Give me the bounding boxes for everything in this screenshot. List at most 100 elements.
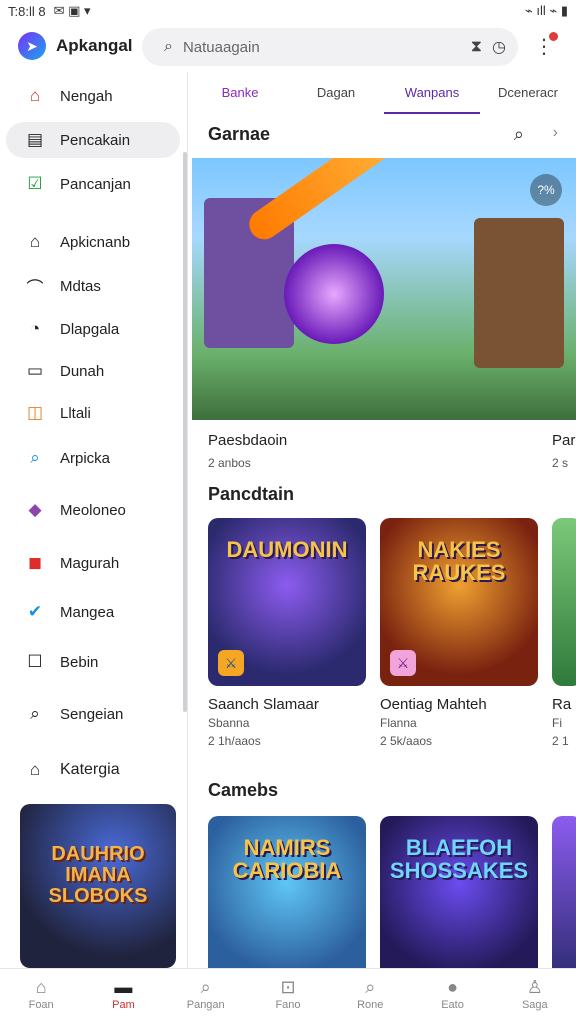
sidebar-item-mangea[interactable]: ✔ Mangea [6,594,180,630]
bubble-icon: ● [447,977,458,997]
sidebar-item-label: Apkicnanb [60,233,131,251]
sidebar-item-apkicnanb[interactable]: ⌂ Apkicnanb [6,224,180,260]
section-title-pancdtain: Pancdtain [208,484,295,504]
sidebar-item-pancanjan[interactable]: ☑ Pancanjan [6,166,180,202]
red-icon: ◼ [27,553,43,572]
search-icon: ⌕ [30,448,40,467]
sidebar-item-dlapgala[interactable]: ◔ Dlapgala [6,311,180,347]
main-content: Banke Dagan Wanpans Dceneracr Garnae ⌕ ›… [192,72,576,968]
house-icon: ⌂ [29,760,41,779]
sidebar-item-magurah[interactable]: ◼ Magurah [6,545,180,581]
game-card-art-title: NAKIES RAUKES [412,537,506,586]
hero-item-title[interactable]: Paesbdaoin [208,432,287,449]
search-icon[interactable]: ⌕ [514,124,524,145]
sidebar-item-mdtas[interactable]: ⌒ Mdtas [6,268,180,304]
game-card-art-title: NAMIRS CARIOBIA [232,835,342,884]
hero-item-sub: 2 anbos [208,456,251,470]
bottom-nav-label: Rone [357,999,384,1011]
game-card-art [552,518,576,686]
sidebar-item-pencakain[interactable]: ▤ Pencakain [6,122,180,158]
sidebar-promo-image[interactable]: DAUHRIO IMANA SLOBOKS [20,804,176,968]
search-icon: ⌕ [30,704,40,723]
search-icon: ⌕ [164,38,173,55]
bottom-nav-label: Pam [112,999,135,1011]
sidebar-item-sengeian[interactable]: ⌕ Sengeian [6,696,180,732]
check-icon: ☑ [27,174,43,193]
section-title-garnae: Garnae [208,124,271,144]
tab-banke[interactable]: Banke [192,72,288,114]
bottom-nav-pam[interactable]: ▬ Pam [82,969,164,1024]
status-bar: T:8:ll 8 ✉ ▣ ▾ ⌁ ıll ⌁ ▮ [0,0,576,22]
chevron-right-icon[interactable]: › [553,124,558,142]
tab-dagan[interactable]: Dagan [288,72,384,114]
game-card[interactable]: NAKIES RAUKES ⚔ [380,518,538,686]
hero-badge[interactable]: ?% [530,174,562,206]
sidebar-item-dunah[interactable]: ▭ Dunah [6,353,180,389]
bottom-nav-label: Saga [521,999,548,1011]
sidebar-item-label: Meoloneo [60,501,126,519]
sidebar-item-label: Lltali [60,404,91,422]
home-icon: ⌂ [29,86,41,105]
sidebar-item-label: Mdtas [60,277,101,295]
hero-item-title[interactable]: Par [552,432,575,449]
sword-icon: ⚔ [218,650,244,676]
bottom-nav-foan[interactable]: ⌂ Foan [0,969,82,1024]
tab-wanpans[interactable]: Wanpans [384,72,480,114]
clock-icon[interactable]: ◷ [492,37,506,57]
sidebar-item-lltali[interactable]: ◫ Lltali [6,395,180,431]
bottom-nav-label: Eato [441,999,464,1011]
search-input[interactable]: Natuaagain [183,39,461,56]
status-icons-right: ⌁ ıll ⌁ ▮ [524,3,568,18]
sidebar-item-label: Arpicka [60,449,111,467]
bottom-nav-saga[interactable]: ♙ Saga [494,969,576,1024]
grid-icon: ▬ [114,977,133,997]
sidebar-item-meoloneo[interactable]: ◆ Meoloneo [6,492,180,528]
sidebar-scrollbar[interactable] [183,152,187,712]
game-card[interactable] [552,518,576,686]
search-bar[interactable]: ⌕ Natuaagain ⧗ ◷ [142,28,518,66]
bottom-nav-eato[interactable]: ● Eato [411,969,493,1024]
bottom-nav-rone[interactable]: ⌕ Rone [329,969,411,1024]
sidebar: ⌂ Nengah ▤ Pencakain ☑ Pancanjan ⌂ Apkic… [0,72,188,968]
game-card[interactable] [552,816,576,968]
game-card[interactable]: BLAEFOH SHOSSAKES [380,816,538,968]
sidebar-item-label: Magurah [60,554,120,572]
hero-item-sub: 2 s [552,456,569,470]
game-card-sub: Flanna [380,716,417,730]
sidebar-item-bebin[interactable]: ☐ Bebin [6,644,180,680]
sidebar-item-label: Pancanjan [60,175,131,193]
game-card-sub: Sbanna [208,716,250,730]
hourglass-icon[interactable]: ⧗ [471,38,482,56]
bottom-nav: ⌂ Foan ▬ Pam ⌕ Pangan ⊡ Fano ⌕ Rone ● Ea… [0,968,576,1024]
purple-icon: ◆ [28,500,42,519]
app-logo-icon[interactable]: ➤ [18,32,46,60]
sidebar-item-arpicka[interactable]: ⌕ Arpicka [6,440,180,476]
game-card[interactable]: NAMIRS CARIOBIA [208,816,366,968]
bottom-nav-fano[interactable]: ⊡ Fano [247,969,329,1024]
sidebar-category[interactable]: ⌂ Katergia [6,752,180,788]
game-card-art-title: BLAEFOH SHOSSAKES [389,835,529,884]
sidebar-item-label: Bebin [60,653,99,671]
game-card-title[interactable]: Ra [552,696,571,713]
status-time: T:8:ll 8 [8,3,46,19]
tab-dceneracr[interactable]: Dceneracr [480,72,576,114]
game-card-sub: Fi [552,716,562,730]
game-card[interactable]: DAUMONIN ⚔ [208,518,366,686]
sidebar-promo-title: DAUHRIO IMANA SLOBOKS [48,843,148,907]
sidebar-item-label: Sengeian [60,705,124,723]
square-icon: ☐ [27,652,43,671]
bag-icon: ▤ [26,130,44,149]
hero-banner[interactable]: ?% [192,158,576,420]
game-card-art [552,816,576,968]
sidebar-category-label: Katergia [60,761,120,778]
bottom-nav-label: Pangan [186,999,225,1011]
top-bar: ➤ Apkangal ⌕ Natuaagain ⧗ ◷ ⋮ [0,22,576,70]
bottom-nav-label: Fano [275,999,301,1011]
sidebar-item-label: Dlapgala [60,320,120,338]
game-card-title[interactable]: Saanch Slamaar [208,696,319,713]
bottom-nav-pangan[interactable]: ⌕ Pangan [165,969,247,1024]
game-icon: ⊡ [280,977,296,997]
game-card-title[interactable]: Oentiag Mahteh [380,696,487,713]
sidebar-item-nengah[interactable]: ⌂ Nengah [6,78,180,114]
compass-icon: ◔ [29,319,41,338]
